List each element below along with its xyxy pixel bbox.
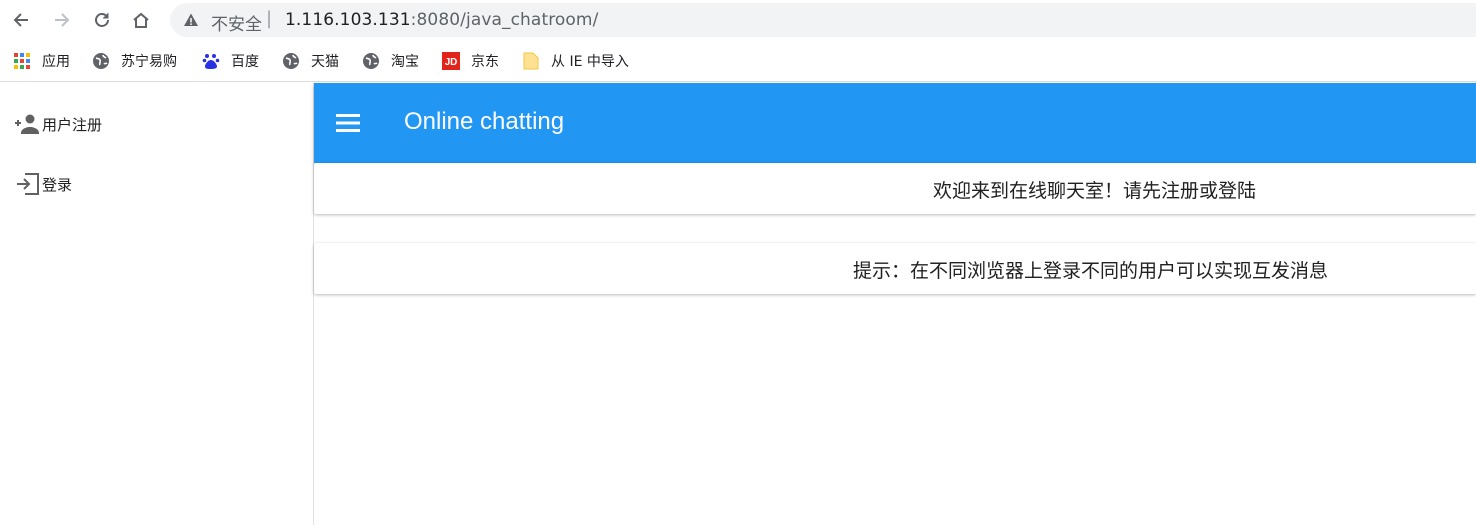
url-text[interactable]: 1.116.103.131:8080/java_chatroom/ xyxy=(285,10,598,30)
bookmark-label: 百度 xyxy=(231,54,259,70)
bookmark-jd[interactable]: JD 京东 xyxy=(442,50,499,72)
url-separator: | xyxy=(266,8,273,29)
reload-icon xyxy=(95,13,109,27)
jd-logo-icon: JD xyxy=(442,52,460,70)
bookmark-label: 苏宁易购 xyxy=(121,54,177,70)
bookmark-import-ie[interactable]: 从 IE 中导入 xyxy=(522,50,629,72)
login-icon xyxy=(17,173,39,195)
welcome-message: 欢迎来到在线聊天室！请先注册或登陆 xyxy=(933,180,1257,202)
drawer-item-label: 登录 xyxy=(42,175,73,194)
hamburger-menu-icon xyxy=(336,114,360,132)
arrow-left-icon xyxy=(13,13,28,27)
globe-icon xyxy=(92,52,110,70)
bookmark-label: 从 IE 中导入 xyxy=(551,54,629,70)
bookmark-label: 应用 xyxy=(42,54,70,70)
menu-button[interactable] xyxy=(334,109,362,137)
url-path: :8080/java_chatroom/ xyxy=(410,10,599,30)
bookmarks-bar: 应用 苏宁易购 百度 天猫 淘宝 JD 京东 从 IE 中导入 xyxy=(0,40,1476,82)
home-icon xyxy=(133,12,149,28)
bookmark-suning[interactable]: 苏宁易购 xyxy=(92,50,177,72)
home-button[interactable] xyxy=(127,6,155,34)
arrow-right-icon xyxy=(55,13,70,27)
globe-icon xyxy=(362,52,380,70)
drawer-item-login[interactable]: 登录 xyxy=(14,169,72,199)
bookmark-label: 淘宝 xyxy=(391,54,419,70)
warning-icon[interactable] xyxy=(183,12,199,28)
nav-drawer: 用户注册 登录 xyxy=(0,83,314,525)
reload-button[interactable] xyxy=(88,6,116,34)
hint-message: 提示：在不同浏览器上登录不同的用户可以实现互发消息 xyxy=(853,260,1329,282)
welcome-card: 欢迎来到在线聊天室！请先注册或登陆 xyxy=(314,163,1476,214)
hint-card: 提示：在不同浏览器上登录不同的用户可以实现互发消息 xyxy=(314,243,1476,294)
bookmark-taobao[interactable]: 淘宝 xyxy=(362,50,419,72)
baidu-paw-icon xyxy=(202,52,220,70)
svg-text:JD: JD xyxy=(445,57,458,68)
bookmark-tmall[interactable]: 天猫 xyxy=(282,50,339,72)
bookmark-apps[interactable]: 应用 xyxy=(13,50,70,72)
bookmark-label: 天猫 xyxy=(311,54,339,70)
app-bar: Online chatting xyxy=(314,83,1476,163)
security-label[interactable]: 不安全 xyxy=(211,10,262,35)
drawer-item-register[interactable]: 用户注册 xyxy=(14,109,102,139)
back-button[interactable] xyxy=(7,6,35,34)
apps-grid-icon xyxy=(13,52,31,70)
forward-button[interactable] xyxy=(48,6,76,34)
globe-icon xyxy=(282,52,300,70)
address-bar[interactable]: 不安全 | 1.116.103.131:8080/java_chatroom/ xyxy=(170,3,1476,37)
person-add-icon xyxy=(15,114,39,134)
app-title: Online chatting xyxy=(404,108,565,135)
browser-toolbar: 不安全 | 1.116.103.131:8080/java_chatroom/ xyxy=(0,0,1476,40)
bookmark-baidu[interactable]: 百度 xyxy=(202,50,259,72)
folder-icon xyxy=(522,52,540,70)
drawer-item-label: 用户注册 xyxy=(42,115,103,134)
url-host: 1.116.103.131 xyxy=(285,10,411,30)
bookmark-label: 京东 xyxy=(471,54,499,70)
